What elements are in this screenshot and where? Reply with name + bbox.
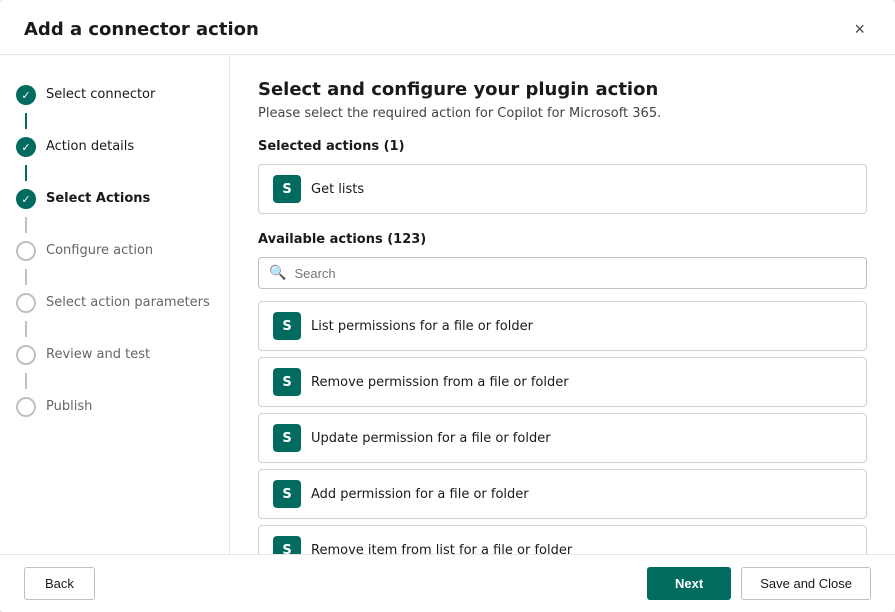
step-label-select-action-parameters: Select action parameters: [46, 293, 210, 312]
action-label-1: Remove permission from a file or folder: [311, 375, 569, 390]
action-label-3: Add permission for a file or folder: [311, 487, 529, 502]
selected-actions-label: Selected actions (1): [258, 139, 867, 154]
step-label-select-connector: Select connector: [46, 85, 155, 104]
step-line-publish: [16, 397, 36, 417]
action-icon-4: S: [273, 536, 301, 554]
search-icon: 🔍: [269, 265, 286, 281]
action-label-2: Update permission for a file or folder: [311, 431, 551, 446]
modal-body: ✓ Select connector ✓ Action details ✓ Select …: [0, 55, 895, 554]
step-line-select-connector: ✓: [16, 85, 36, 105]
content-subtitle: Please select the required action for Co…: [258, 106, 867, 121]
action-icon-0: S: [273, 312, 301, 340]
step-connector-5: [25, 373, 27, 389]
connector-row-5: [0, 371, 229, 391]
main-content: Select and configure your plugin action …: [230, 55, 895, 554]
step-connector-3: [25, 269, 27, 285]
step-line-select-action-parameters: [16, 293, 36, 313]
step-connector-1: [25, 165, 27, 181]
available-actions-label: Available actions (123): [258, 232, 867, 247]
back-button[interactable]: Back: [24, 567, 95, 600]
available-actions-list: SList permissions for a file or folderSR…: [258, 301, 867, 554]
list-item[interactable]: S Update permission for a file or folder: [258, 413, 867, 463]
step-line-configure-action: [16, 241, 36, 261]
modal-title: Add a connector action: [24, 19, 259, 40]
action-icon-3: S: [273, 480, 301, 508]
close-button[interactable]: ×: [848, 18, 871, 40]
action-label-4: Remove item from list for a file or fold…: [311, 543, 572, 555]
sidebar-item-publish: Publish: [0, 391, 229, 423]
selected-action-label: Get lists: [311, 182, 364, 197]
list-item[interactable]: S Remove item from list for a file or fol…: [258, 525, 867, 554]
connector-row-0: [0, 111, 229, 131]
step-circle-active-select-actions: ✓: [16, 189, 36, 209]
step-circle-completed-action-details: ✓: [16, 137, 36, 157]
connector-row-2: [0, 215, 229, 235]
modal-footer: Back Next Save and Close: [0, 554, 895, 612]
step-circle-inactive-publish: [16, 397, 36, 417]
action-label-0: List permissions for a file or folder: [311, 319, 533, 334]
modal-container: Add a connector action × ✓ Select connect…: [0, 0, 895, 612]
sidebar-item-action-details[interactable]: ✓ Action details: [0, 131, 229, 163]
search-box: 🔍: [258, 257, 867, 289]
step-label-publish: Publish: [46, 397, 92, 416]
sidebar-item-select-action-parameters: Select action parameters: [0, 287, 229, 319]
step-connector-2: [25, 217, 27, 233]
selected-action-icon-letter: S: [282, 182, 291, 197]
step-connector-0: [25, 113, 27, 129]
list-item[interactable]: S List permissions for a file or folder: [258, 301, 867, 351]
next-button[interactable]: Next: [647, 567, 731, 600]
step-line-review-and-test: [16, 345, 36, 365]
sidebar-item-select-connector[interactable]: ✓ Select connector: [0, 79, 229, 111]
connector-row-4: [0, 319, 229, 339]
step-label-review-and-test: Review and test: [46, 345, 150, 364]
list-item[interactable]: S Remove permission from a file or folder: [258, 357, 867, 407]
step-line-select-actions: ✓: [16, 189, 36, 209]
action-icon-1: S: [273, 368, 301, 396]
step-line-action-details: ✓: [16, 137, 36, 157]
list-item[interactable]: S Add permission for a file or folder: [258, 469, 867, 519]
sidebar-item-review-and-test: Review and test: [0, 339, 229, 371]
step-connector-4: [25, 321, 27, 337]
search-input[interactable]: [294, 266, 856, 281]
step-label-configure-action: Configure action: [46, 241, 153, 260]
modal-header: Add a connector action ×: [0, 0, 895, 55]
step-label-action-details: Action details: [46, 137, 134, 156]
footer-right: Next Save and Close: [647, 567, 871, 600]
sidebar-item-configure-action: Configure action: [0, 235, 229, 267]
step-label-select-actions: Select Actions: [46, 189, 150, 208]
step-circle-completed-select-connector: ✓: [16, 85, 36, 105]
selected-action-icon: S: [273, 175, 301, 203]
connector-row-1: [0, 163, 229, 183]
step-circle-inactive-select-action-parameters: [16, 293, 36, 313]
save-close-button[interactable]: Save and Close: [741, 567, 871, 600]
sidebar-item-select-actions[interactable]: ✓ Select Actions: [0, 183, 229, 215]
action-icon-2: S: [273, 424, 301, 452]
sidebar: ✓ Select connector ✓ Action details ✓ Select …: [0, 55, 230, 554]
connector-row-3: [0, 267, 229, 287]
step-circle-inactive-configure-action: [16, 241, 36, 261]
content-title: Select and configure your plugin action: [258, 79, 867, 100]
selected-action-card: S Get lists: [258, 164, 867, 214]
step-circle-inactive-review-and-test: [16, 345, 36, 365]
